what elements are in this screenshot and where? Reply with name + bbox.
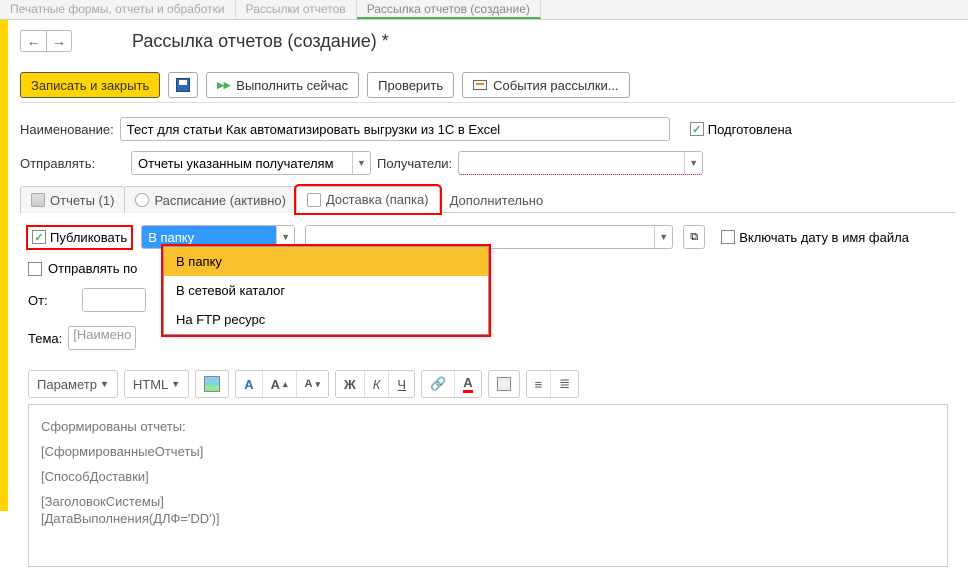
top-tabs: Печатные формы, отчеты и обработки Рассы…	[0, 0, 968, 20]
nav-forward-button[interactable]: →	[46, 30, 72, 52]
bullet-list-button[interactable]: ≡	[527, 371, 551, 397]
report-icon	[31, 193, 45, 207]
checkbox-icon: ✓	[32, 230, 46, 244]
publish-checkbox[interactable]: ✓ Публиковать	[28, 227, 131, 248]
body-line: [ЗаголовокСистемы]	[41, 494, 935, 509]
check-button[interactable]: Проверить	[367, 72, 454, 98]
from-input[interactable]	[82, 288, 146, 312]
underline-button[interactable]: Ч	[388, 371, 414, 397]
chevron-down-icon[interactable]: ▼	[654, 226, 672, 248]
font-grow-button[interactable]: A▴	[262, 371, 296, 397]
subject-label: Тема:	[28, 331, 62, 346]
italic-button[interactable]: К	[364, 371, 389, 397]
nav-back-button[interactable]: ←	[20, 30, 46, 52]
checkbox-icon	[721, 230, 735, 244]
body-line: Сформированы отчеты:	[41, 419, 935, 434]
checkbox-icon: ✓	[690, 122, 704, 136]
modified-strip	[0, 20, 8, 511]
link-button[interactable]	[422, 371, 454, 397]
folder-value: В папку	[142, 230, 276, 245]
tab-extra[interactable]: Дополнительно	[439, 186, 555, 213]
send-value: Отчеты указанным получателям	[132, 156, 352, 171]
folder-options-list: В папку В сетевой каталог На FTP ресурс	[163, 246, 489, 335]
param-button[interactable]: Параметр▼	[29, 371, 117, 397]
number-list-button[interactable]: ≣	[550, 371, 578, 397]
name-label: Наименование:	[20, 122, 114, 137]
image-button[interactable]	[196, 371, 228, 397]
send-file-checkbox[interactable]	[28, 262, 42, 276]
body-line: [ДатаВыполнения(ДЛФ='DD')]	[41, 511, 935, 526]
from-label: От:	[28, 293, 76, 308]
top-tab-forms[interactable]: Печатные формы, отчеты и обработки	[0, 0, 236, 19]
name-input[interactable]	[120, 117, 670, 141]
editor-body[interactable]: Сформированы отчеты: [СформированныеОтче…	[28, 404, 948, 567]
highlight-icon: A	[463, 375, 472, 393]
editor-toolbar: Параметр▼ HTML▼ A A▴ A▾ Ж К Ч A ≡ ≣	[28, 370, 948, 398]
save-close-button[interactable]: Записать и закрыть	[20, 72, 160, 98]
body-line: [СпособДоставки]	[41, 469, 935, 484]
option-folder[interactable]: В папку	[164, 247, 488, 276]
save-icon	[176, 78, 190, 92]
send-label: Отправлять:	[20, 156, 125, 171]
recipients-dropdown[interactable]: ▼	[458, 151, 703, 175]
bold-button[interactable]: Ж	[336, 371, 364, 397]
chevron-down-icon[interactable]: ▼	[684, 152, 702, 174]
delivery-icon	[307, 193, 321, 207]
chevron-down-icon[interactable]: ▼	[276, 226, 294, 248]
send-file-label: Отправлять по	[48, 261, 137, 276]
save-button[interactable]	[168, 72, 198, 98]
calc-button[interactable]	[489, 371, 519, 397]
page-title: Рассылка отчетов (создание) *	[132, 31, 389, 52]
prepared-label: Подготовлена	[708, 122, 792, 137]
top-tab-mailings[interactable]: Рассылки отчетов	[236, 0, 357, 19]
include-date-checkbox[interactable]: Включать дату в имя файла	[721, 230, 909, 245]
font-color-button[interactable]: A	[236, 371, 261, 397]
publish-label: Публиковать	[50, 230, 127, 245]
option-ftp[interactable]: На FTP ресурс	[164, 305, 488, 334]
toolbar: Записать и закрыть ▸▸Выполнить сейчас Пр…	[20, 68, 956, 103]
open-external-button[interactable]: ⧉	[683, 225, 705, 249]
tabs: Отчеты (1) Расписание (активно) Доставка…	[20, 185, 956, 213]
schedule-icon	[135, 193, 149, 207]
option-network[interactable]: В сетевой каталог	[164, 276, 488, 305]
font-shrink-button[interactable]: A▾	[296, 371, 328, 397]
include-date-label: Включать дату в имя файла	[739, 230, 909, 245]
events-icon	[473, 80, 487, 90]
top-tab-create[interactable]: Рассылка отчетов (создание)	[357, 0, 541, 19]
body-line: [СформированныеОтчеты]	[41, 444, 935, 459]
tab-body: ✓ Публиковать В папку ▼ ▼ ⧉ Включать дат…	[20, 213, 956, 575]
subject-input[interactable]: [Наимено	[68, 326, 136, 350]
send-dropdown[interactable]: Отчеты указанным получателям ▼	[131, 151, 371, 175]
events-button[interactable]: События рассылки...	[462, 72, 629, 98]
tab-delivery[interactable]: Доставка (папка)	[296, 186, 440, 213]
tab-schedule[interactable]: Расписание (активно)	[124, 186, 297, 213]
chevron-down-icon[interactable]: ▼	[352, 152, 370, 174]
tab-reports[interactable]: Отчеты (1)	[20, 186, 125, 213]
highlight-button[interactable]: A	[454, 371, 480, 397]
play-icon: ▸▸	[217, 77, 230, 93]
image-icon	[204, 376, 220, 392]
link-icon	[430, 376, 446, 392]
html-button[interactable]: HTML▼	[125, 371, 188, 397]
prepared-checkbox[interactable]: ✓ Подготовлена	[690, 122, 792, 137]
recipients-label: Получатели:	[377, 156, 452, 171]
run-now-button[interactable]: ▸▸Выполнить сейчас	[206, 72, 359, 98]
calc-icon	[497, 377, 511, 391]
